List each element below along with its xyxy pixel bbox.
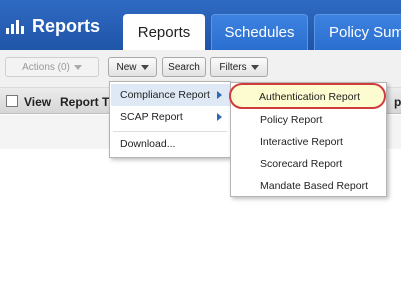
top-header: Reports Reports Schedules Policy Summ <box>0 0 401 50</box>
menu-item-label: Compliance Report <box>120 89 210 101</box>
select-all-checkbox[interactable] <box>6 95 18 107</box>
actions-label: Actions (0) <box>22 61 70 73</box>
menu-divider <box>113 131 227 132</box>
search-button[interactable]: Search <box>162 57 206 77</box>
chevron-right-icon <box>217 91 222 99</box>
brand[interactable]: Reports <box>6 13 100 39</box>
submenu-item-scorecard-report[interactable]: Scorecard Report <box>231 153 386 175</box>
submenu-item-interactive-report[interactable]: Interactive Report <box>231 131 386 153</box>
menu-item-label: Download... <box>120 138 176 150</box>
menu-item-download[interactable]: Download... <box>111 133 230 155</box>
reports-screen: Reports Reports Schedules Policy Summ Ac… <box>0 0 401 297</box>
actions-button[interactable]: Actions (0) <box>5 57 99 77</box>
new-label: New <box>116 61 137 73</box>
column-view[interactable]: View <box>24 95 51 109</box>
filters-label: Filters <box>219 61 247 73</box>
column-partial[interactable]: p <box>394 95 401 109</box>
search-label: Search <box>168 61 200 73</box>
menu-item-compliance-report[interactable]: Compliance Report <box>111 84 230 106</box>
chevron-right-icon <box>217 113 222 121</box>
chevron-down-icon <box>250 64 259 70</box>
column-report-title[interactable]: Report Ti <box>60 95 112 109</box>
tab-policy-summary[interactable]: Policy Summ <box>314 14 401 50</box>
tab-schedules[interactable]: Schedules <box>211 14 308 50</box>
filters-button[interactable]: Filters <box>210 57 268 77</box>
submenu-item-authentication-report[interactable]: Authentication Report <box>230 86 385 108</box>
tab-reports[interactable]: Reports <box>123 14 205 50</box>
menu-item-scap-report[interactable]: SCAP Report <box>111 106 230 128</box>
chevron-down-icon <box>140 64 149 70</box>
chevron-down-icon <box>73 64 82 70</box>
bar-chart-icon <box>6 18 26 34</box>
menu-item-label: SCAP Report <box>120 111 183 123</box>
new-dropdown-menu: Compliance Report SCAP Report Download..… <box>109 81 231 158</box>
new-button[interactable]: New <box>108 57 157 77</box>
submenu-item-policy-report[interactable]: Policy Report <box>231 109 386 131</box>
brand-title: Reports <box>32 15 101 36</box>
submenu-item-mandate-based-report[interactable]: Mandate Based Report <box>231 175 386 197</box>
